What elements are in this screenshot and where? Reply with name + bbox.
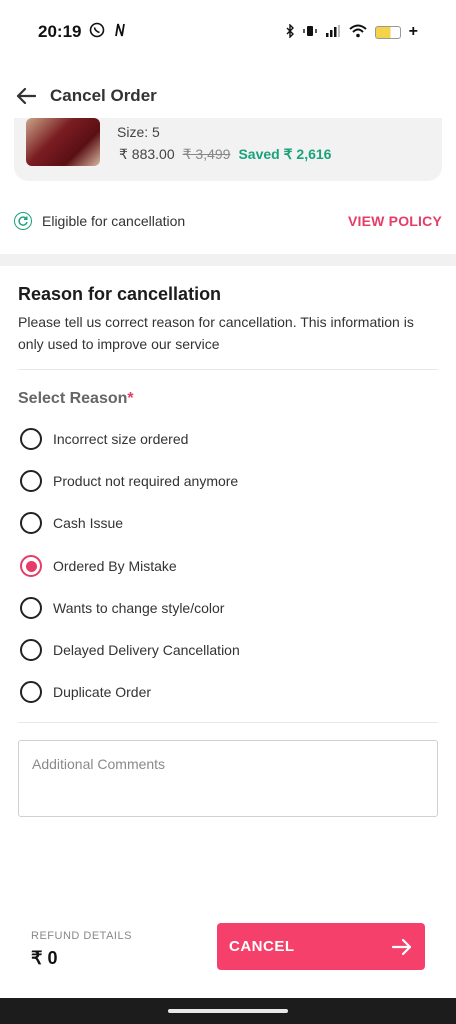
additional-comments-input[interactable]	[18, 740, 438, 817]
reason-option[interactable]: Duplicate Order	[20, 680, 151, 704]
divider	[18, 722, 438, 723]
charging-icon: +	[408, 23, 418, 40]
product-card: Size: 5 ₹ 883.00 ₹ 3,499 Saved ₹ 2,616	[14, 118, 442, 181]
divider	[18, 369, 438, 370]
radio-button[interactable]	[20, 470, 42, 492]
reason-option-label: Product not required anymore	[53, 473, 239, 489]
product-image	[26, 118, 100, 166]
reason-option-label: Incorrect size ordered	[53, 431, 189, 447]
bluetooth-icon	[285, 22, 295, 41]
system-nav-bar	[0, 998, 456, 1024]
vibrate-icon	[302, 24, 317, 41]
price-row: ₹ 883.00 ₹ 3,499 Saved ₹ 2,616	[119, 146, 331, 163]
reason-option[interactable]: Cash Issue	[20, 511, 123, 535]
radio-button[interactable]	[20, 597, 42, 619]
app-header: Cancel Order	[0, 74, 456, 118]
refund-details-label: REFUND DETAILS	[31, 930, 132, 942]
reason-option[interactable]: Wants to change style/color	[20, 596, 224, 620]
section-divider	[0, 254, 456, 266]
n-app-icon	[113, 22, 127, 43]
signal-icon	[325, 24, 341, 41]
radio-button[interactable]	[20, 428, 42, 450]
reason-option[interactable]: Delayed Delivery Cancellation	[20, 638, 240, 662]
select-reason-label: Select Reason*	[18, 390, 134, 407]
refund-amount: ₹ 0	[31, 948, 58, 968]
cancel-button-label: CANCEL	[229, 938, 295, 955]
reason-option-selected[interactable]: Ordered By Mistake	[20, 554, 177, 578]
cancel-button[interactable]: CANCEL	[217, 923, 425, 970]
radio-button[interactable]	[20, 512, 42, 534]
reason-option-label: Duplicate Order	[53, 684, 152, 700]
battery-icon	[374, 25, 401, 39]
status-time: 20:19	[38, 22, 82, 41]
reason-option-label: Wants to change style/color	[53, 600, 225, 616]
reason-option-label: Ordered By Mistake	[53, 558, 177, 574]
product-size: Size: 5	[117, 124, 160, 140]
page-title: Cancel Order	[50, 86, 157, 105]
status-bar: 20:19 +	[0, 0, 456, 64]
radio-button[interactable]	[20, 639, 42, 661]
product-price: ₹ 883.00	[119, 146, 175, 162]
product-mrp: ₹ 3,499	[182, 146, 231, 162]
reason-option-label: Cash Issue	[53, 515, 124, 531]
wifi-icon	[348, 24, 367, 41]
back-arrow-icon[interactable]	[14, 84, 38, 108]
reason-option[interactable]: Product not required anymore	[20, 469, 238, 493]
radio-button-selected[interactable]	[20, 555, 42, 577]
view-policy-link[interactable]: VIEW POLICY	[348, 213, 442, 229]
home-gesture-pill[interactable]	[168, 1009, 288, 1013]
reason-title: Reason for cancellation	[18, 284, 222, 304]
whatsapp-icon	[89, 22, 105, 43]
eligibility-row: Eligible for cancellation VIEW POLICY	[14, 206, 442, 236]
radio-button[interactable]	[20, 681, 42, 703]
reason-option-label: Delayed Delivery Cancellation	[53, 642, 240, 658]
saved-amount: Saved ₹ 2,616	[238, 146, 332, 162]
refresh-check-icon	[14, 212, 32, 230]
cancel-order-screen: 20:19 + Cancel Order Size: 5 ₹ 883.00 ₹ …	[0, 0, 456, 1024]
reason-option[interactable]: Incorrect size ordered	[20, 427, 188, 451]
required-mark: *	[127, 390, 134, 407]
arrow-right-icon	[391, 937, 413, 957]
reason-description: Please tell us correct reason for cancel…	[18, 314, 414, 352]
eligibility-text: Eligible for cancellation	[42, 213, 186, 229]
